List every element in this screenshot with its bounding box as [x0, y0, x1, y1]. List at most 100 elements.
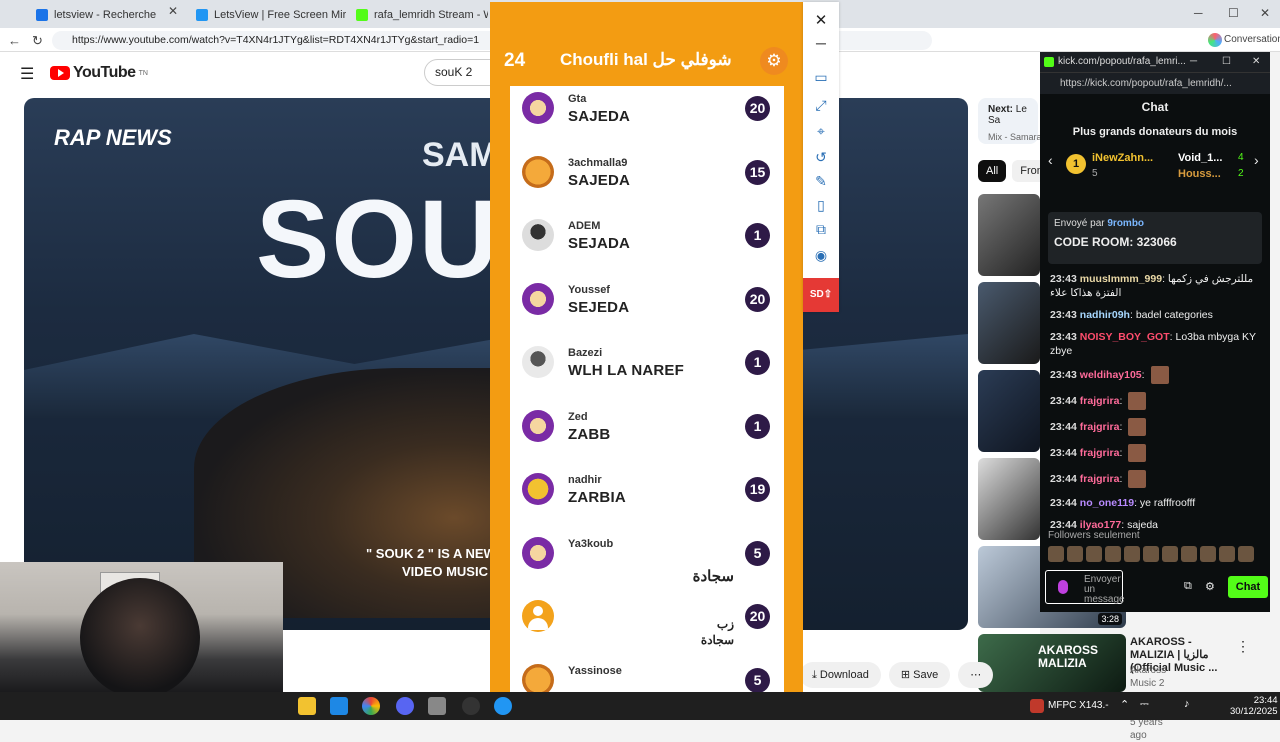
back-icon[interactable]: ←: [8, 33, 21, 48]
message-input[interactable]: Envoyer un message: [1045, 570, 1125, 605]
settings-icon[interactable]: ⚙: [1205, 580, 1215, 593]
score-badge: 20: [745, 96, 770, 121]
download-button[interactable]: ⤓ Download: [800, 662, 881, 688]
resolution-button[interactable]: SD⇧: [803, 278, 839, 312]
close-icon[interactable]: ✕: [168, 4, 178, 18]
minimize-icon[interactable]: ─: [1190, 52, 1197, 72]
maximize-icon[interactable]: ☐: [1228, 6, 1239, 20]
chevron-right-icon[interactable]: ›: [1254, 152, 1259, 168]
file-explorer-icon[interactable]: [298, 697, 316, 715]
refresh-icon[interactable]: ↻: [32, 33, 43, 49]
minimize-icon[interactable]: ─: [1194, 6, 1203, 20]
emote-bar[interactable]: [1048, 546, 1262, 564]
more-actions-button[interactable]: ⋯: [958, 662, 994, 688]
video-thumbnail[interactable]: AKAROSS MALIZIA: [978, 634, 1126, 692]
video-thumbnail[interactable]: [978, 458, 1040, 540]
volume-icon[interactable]: ♪: [1184, 698, 1190, 710]
discord-icon[interactable]: [396, 697, 414, 715]
answer-text: زب سجادة: [700, 617, 734, 647]
message-user[interactable]: frajgrira: [1080, 421, 1120, 433]
video-actions: ⤓ Download ⊞ Save ⋯: [800, 662, 994, 688]
screen-icon[interactable]: ▭: [809, 66, 833, 88]
obs-icon[interactable]: [462, 697, 480, 715]
up-next-card[interactable]: Next: Le Sa Mix - Samara: [978, 98, 1042, 144]
network-icon[interactable]: ⎓: [1140, 698, 1149, 711]
message-time: 23:43: [1050, 273, 1077, 285]
whiteboard-icon[interactable]: ▯: [809, 194, 833, 216]
tab-letsview[interactable]: LetsView | Free Screen Mirroring A ✕: [188, 2, 346, 28]
gear-icon[interactable]: ⚙: [760, 47, 788, 75]
maximize-icon[interactable]: ☐: [1222, 52, 1231, 72]
copilot-icon[interactable]: [1208, 33, 1222, 47]
save-button[interactable]: ⊞ Save: [888, 662, 951, 688]
webcam-feed: [0, 562, 283, 692]
message-user[interactable]: frajgrira: [1080, 447, 1120, 459]
app-title: Choufli hal شوفلي حل: [560, 50, 732, 69]
microphone-icon[interactable]: [1058, 580, 1068, 594]
message-user[interactable]: frajgrira: [1080, 473, 1120, 485]
pin-icon[interactable]: ⌖: [809, 120, 833, 142]
message-user[interactable]: nadhir09h: [1080, 309, 1130, 321]
chevron-left-icon[interactable]: ‹: [1048, 152, 1053, 168]
video-thumbnail[interactable]: [978, 370, 1040, 452]
message-time: 23:44: [1050, 394, 1077, 407]
chip-all[interactable]: All: [978, 160, 1007, 182]
close-icon[interactable]: ✕: [1260, 6, 1270, 20]
answer-row: Bazezi WLH LA NAREF 1: [510, 340, 784, 403]
screenshot-icon[interactable]: ⧉: [809, 218, 833, 240]
fullscreen-icon[interactable]: ⤢: [809, 94, 833, 116]
tab-title: letsview - Recherche: [54, 9, 157, 21]
message-user[interactable]: no_one119: [1080, 497, 1134, 509]
avatar: [522, 219, 554, 251]
chat-message: 23:43 nadhir09h: badel categories: [1050, 309, 1213, 321]
conversation-label[interactable]: Conversation: [1224, 34, 1280, 45]
minimize-icon[interactable]: ─: [809, 32, 833, 54]
message-time: 23:43: [1050, 368, 1077, 381]
more-icon[interactable]: ⋮: [1236, 638, 1250, 655]
send-chat-button[interactable]: Chat: [1228, 576, 1268, 598]
clock[interactable]: 23:44 30/12/2025: [1230, 695, 1278, 717]
emote-image: [1150, 366, 1169, 384]
message-time: 23:44: [1050, 472, 1077, 485]
app-icon[interactable]: [428, 697, 446, 715]
gift-icon[interactable]: ⧉: [1184, 580, 1192, 593]
message-user[interactable]: frajgrira: [1080, 395, 1120, 407]
popup-url[interactable]: https://kick.com/popout/rafa_lemridh/...: [1040, 72, 1270, 94]
menu-icon[interactable]: ☰: [20, 64, 34, 84]
rotate-icon[interactable]: ↺: [809, 146, 833, 168]
channel-name: Akaross Music 2: [1130, 665, 1167, 689]
message-user[interactable]: weldihay105: [1080, 369, 1142, 381]
close-icon[interactable]: ✕: [809, 10, 833, 32]
donor-amount: 4: [1238, 152, 1244, 163]
chrome-icon[interactable]: [362, 697, 380, 715]
video-thumbnail[interactable]: [978, 282, 1040, 364]
outlook-icon[interactable]: [330, 697, 348, 715]
avatar: [522, 409, 554, 442]
tab-letsview-search[interactable]: letsview - Recherche ✕: [28, 2, 186, 28]
score-badge: 1: [745, 223, 770, 248]
tab-kick-stream[interactable]: rafa_lemridh Stream - Watch Live: [348, 2, 488, 28]
message-user[interactable]: muusImmm_999: [1080, 273, 1162, 285]
popup-title: kick.com/popout/rafa_lemri...: [1058, 56, 1186, 67]
video-thumbnail[interactable]: [978, 194, 1040, 276]
tray-chevron-icon[interactable]: ⌃: [1120, 698, 1129, 711]
record-icon[interactable]: ◉: [809, 244, 833, 266]
avatar: [522, 600, 554, 632]
tray-icon[interactable]: [1030, 699, 1044, 713]
pinned-by: Envoyé par 9rombo: [1054, 218, 1256, 229]
download-label: Download: [819, 669, 869, 681]
answer-username: Zed: [568, 410, 588, 423]
score-badge: 1: [745, 350, 770, 375]
youtube-logo[interactable]: YouTube TN: [50, 64, 148, 82]
chat-title: Chat: [1141, 100, 1169, 114]
donor-name: Void_1...: [1178, 152, 1223, 164]
close-icon[interactable]: ✕: [1252, 52, 1260, 72]
pen-icon[interactable]: ✎: [809, 170, 833, 192]
tab-title: rafa_lemridh Stream - Watch Live: [374, 9, 488, 21]
message-user[interactable]: NOISY_BOY_GOT: [1080, 331, 1170, 343]
answer-username: Ya3koub: [568, 537, 614, 550]
answer-row: Yassinoseسجادة5: [510, 658, 784, 692]
chat-message: 23:43 NOISY_BOY_GOT: Lo3ba mbyga KY zbye: [1050, 331, 1256, 357]
letsview-icon[interactable]: [494, 697, 512, 715]
bing-icon: [36, 9, 48, 21]
